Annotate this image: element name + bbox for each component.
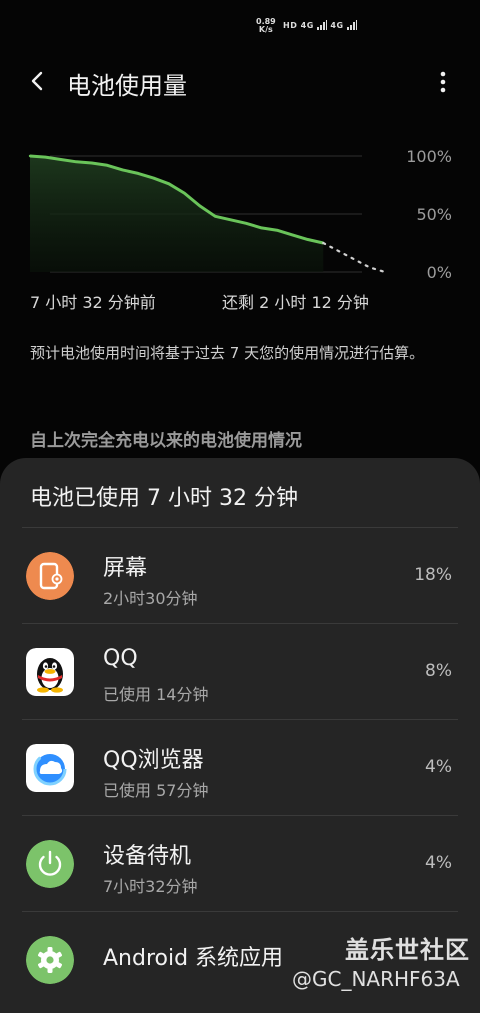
item-usage-time: 已使用 14分钟 <box>103 685 209 704</box>
estimate-note: 预计电池使用时间将基于过去 7 天您的使用情况进行估算。 <box>30 344 425 362</box>
item-name: 屏幕 <box>103 556 148 581</box>
network-speed: 0.89 K/s <box>256 18 276 34</box>
hd-indicator: HD <box>283 21 298 30</box>
item-usage-time: 2小时30分钟 <box>103 589 198 608</box>
status-icons: HD 4G 4G <box>283 20 357 30</box>
item-name: QQ <box>103 646 138 671</box>
chart-end-label: 还剩 2 小时 12 分钟 <box>222 293 369 312</box>
usage-summary-title: 电池已使用 7 小时 32 分钟 <box>30 486 298 511</box>
qq-browser-icon <box>26 744 74 792</box>
network-type-2: 4G <box>330 21 344 30</box>
y-tick-label: 100% <box>406 147 452 166</box>
item-percentage: 8% <box>425 661 452 681</box>
list-item-screen[interactable]: 屏幕 2小时30分钟 18% <box>22 527 458 624</box>
battery-usage-chart: 100% 50% 0% <box>28 147 452 282</box>
status-bar: 0.89 K/s HD 4G 4G <box>0 0 480 52</box>
item-name: 设备待机 <box>103 844 192 869</box>
section-title: 自上次完全充电以来的电池使用情况 <box>30 431 302 451</box>
item-name: QQ浏览器 <box>103 748 204 773</box>
network-type-1: 4G <box>300 21 314 30</box>
y-tick-label: 50% <box>416 205 452 224</box>
screen-icon <box>26 552 74 600</box>
watermark-title: 盖乐世社区 <box>345 936 470 964</box>
more-options-icon[interactable] <box>430 68 456 96</box>
back-arrow-icon[interactable] <box>22 66 52 96</box>
projected-battery-line <box>322 241 387 274</box>
page-title: 电池使用量 <box>67 72 187 100</box>
y-tick-label: 0% <box>427 263 452 282</box>
list-item-qq-browser[interactable]: QQ浏览器 已使用 57分钟 4% <box>22 719 458 816</box>
item-percentage: 4% <box>425 757 452 777</box>
gear-icon <box>26 936 74 984</box>
item-name: Android 系统应用 <box>103 946 284 971</box>
item-usage-time: 7小时32分钟 <box>103 877 198 896</box>
signal-icon <box>346 20 357 30</box>
item-percentage: 18% <box>414 565 452 585</box>
qq-penguin-icon <box>26 648 74 696</box>
app-bar: 电池使用量 <box>0 52 480 112</box>
list-item-qq[interactable]: QQ 已使用 14分钟 8% <box>22 623 458 720</box>
network-speed-unit: K/s <box>258 25 273 34</box>
item-usage-time: 已使用 57分钟 <box>103 781 209 800</box>
signal-icon <box>317 20 328 30</box>
item-percentage: 4% <box>425 853 452 873</box>
list-item-device-standby[interactable]: 设备待机 7小时32分钟 4% <box>22 815 458 912</box>
chart-start-label: 7 小时 32 分钟前 <box>30 293 156 312</box>
watermark-handle: @GC_NARHF63A <box>292 967 460 991</box>
power-icon <box>26 840 74 888</box>
